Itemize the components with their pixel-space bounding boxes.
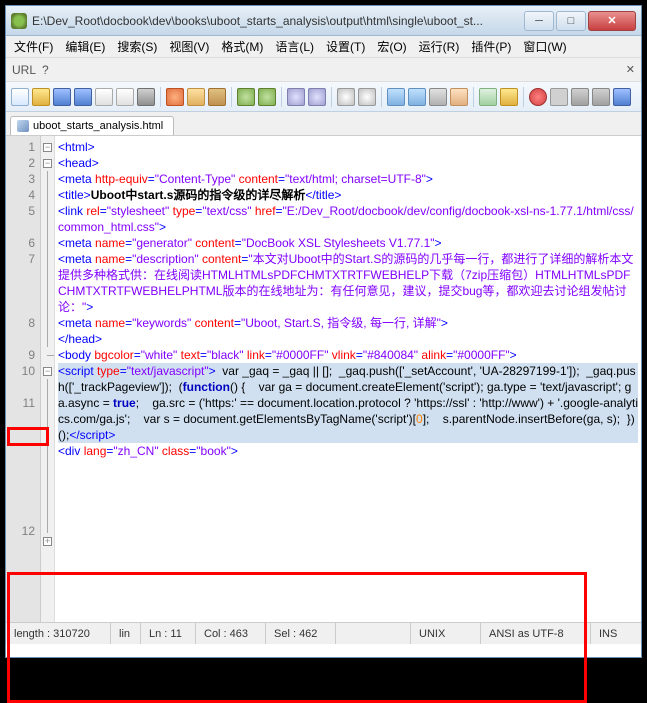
menu-file[interactable]: 文件(F)	[10, 36, 57, 57]
status-length: length : 310720	[6, 623, 111, 644]
close-button[interactable]: ✕	[588, 11, 636, 31]
status-mode: INS	[591, 623, 641, 644]
fold-toggle[interactable]: −	[41, 139, 54, 155]
toolbar	[6, 82, 641, 112]
macro-record-icon[interactable]	[529, 88, 547, 106]
tab-file[interactable]: uboot_starts_analysis.html	[10, 116, 174, 135]
menu-settings[interactable]: 设置(T)	[322, 36, 369, 57]
sync-h-icon[interactable]	[408, 88, 426, 106]
wrap-icon[interactable]	[429, 88, 447, 106]
zoom-in-icon[interactable]	[337, 88, 355, 106]
fold-toggle[interactable]: −	[41, 363, 54, 379]
save-icon[interactable]	[53, 88, 71, 106]
invisible-icon[interactable]	[450, 88, 468, 106]
line-gutter: 123 45 6 7 8 910 11 12	[6, 136, 41, 622]
menu-edit[interactable]: 编辑(E)	[61, 36, 109, 57]
url-label: URL	[12, 63, 36, 77]
menubar: 文件(F) 编辑(E) 搜索(S) 视图(V) 格式(M) 语言(L) 设置(T…	[6, 36, 641, 58]
minimize-button[interactable]: ─	[524, 11, 554, 31]
app-window: E:\Dev_Root\docbook\dev\books\uboot_star…	[5, 5, 642, 658]
status-sel: Sel : 462	[266, 623, 336, 644]
status-ln: Ln : 11	[141, 623, 196, 644]
editor: 123 45 6 7 8 910 11 12 − − − + <html> <h…	[6, 136, 641, 622]
macro-stop-icon[interactable]	[550, 88, 568, 106]
menu-run[interactable]: 运行(R)	[415, 36, 464, 57]
undo-icon[interactable]	[237, 88, 255, 106]
url-bar: URL ? ✕	[6, 58, 641, 82]
paste-icon[interactable]	[208, 88, 226, 106]
folder-icon[interactable]	[500, 88, 518, 106]
titlebar[interactable]: E:\Dev_Root\docbook\dev\books\uboot_star…	[6, 6, 641, 36]
status-col: Col : 463	[196, 623, 266, 644]
url-close-icon[interactable]: ✕	[626, 63, 635, 76]
tab-bar: uboot_starts_analysis.html	[6, 112, 641, 136]
tab-label: uboot_starts_analysis.html	[33, 120, 163, 132]
find-icon[interactable]	[287, 88, 305, 106]
url-help[interactable]: ?	[42, 63, 49, 77]
replace-icon[interactable]	[308, 88, 326, 106]
fold-toggle[interactable]: +	[41, 533, 54, 549]
copy-icon[interactable]	[187, 88, 205, 106]
statusbar: length : 310720 lin Ln : 11 Col : 463 Se…	[6, 622, 641, 644]
fold-column: − − − +	[41, 136, 55, 622]
menu-window[interactable]: 窗口(W)	[519, 36, 570, 57]
menu-plugins[interactable]: 插件(P)	[467, 36, 515, 57]
fold-toggle[interactable]: −	[41, 155, 54, 171]
code-area[interactable]: <html> <head> <meta http-equiv="Content-…	[55, 136, 641, 622]
redo-icon[interactable]	[258, 88, 276, 106]
file-icon	[17, 120, 29, 132]
app-icon	[11, 13, 27, 29]
print-icon[interactable]	[137, 88, 155, 106]
new-icon[interactable]	[11, 88, 29, 106]
menu-macro[interactable]: 宏(O)	[373, 36, 410, 57]
macro-play-icon[interactable]	[571, 88, 589, 106]
saveall-icon[interactable]	[74, 88, 92, 106]
window-title: E:\Dev_Root\docbook\dev\books\uboot_star…	[32, 14, 524, 28]
macro-save-icon[interactable]	[613, 88, 631, 106]
menu-language[interactable]: 语言(L)	[271, 36, 318, 57]
menu-search[interactable]: 搜索(S)	[113, 36, 161, 57]
close-file-icon[interactable]	[95, 88, 113, 106]
maximize-button[interactable]: □	[556, 11, 586, 31]
status-encoding: ANSI as UTF-8	[481, 623, 591, 644]
menu-format[interactable]: 格式(M)	[217, 36, 267, 57]
status-spacer	[336, 623, 411, 644]
menu-view[interactable]: 视图(V)	[165, 36, 213, 57]
open-icon[interactable]	[32, 88, 50, 106]
zoom-out-icon[interactable]	[358, 88, 376, 106]
status-lines: lin	[111, 623, 141, 644]
macro-multi-icon[interactable]	[592, 88, 610, 106]
cut-icon[interactable]	[166, 88, 184, 106]
status-eol: UNIX	[411, 623, 481, 644]
indent-guide-icon[interactable]	[479, 88, 497, 106]
sync-v-icon[interactable]	[387, 88, 405, 106]
selected-line: <script type="text/javascript"> var _gaq…	[58, 363, 638, 443]
closeall-icon[interactable]	[116, 88, 134, 106]
